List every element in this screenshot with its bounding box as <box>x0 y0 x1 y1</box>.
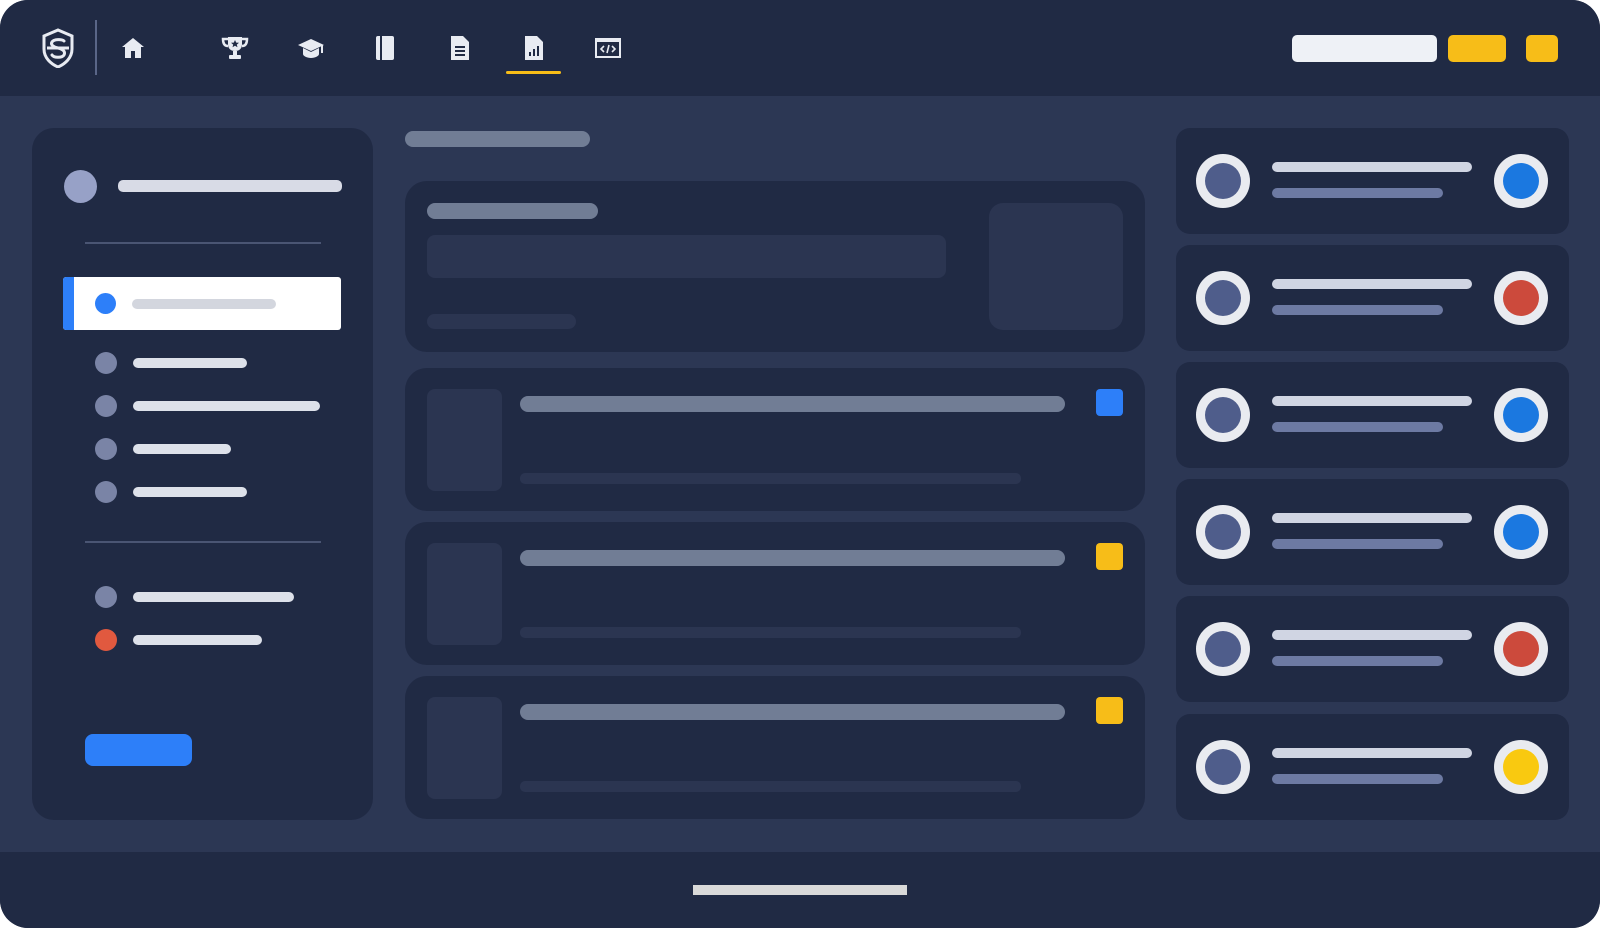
sidebar-item-active[interactable] <box>63 277 341 330</box>
sidebar-item-secondary[interactable] <box>92 585 332 609</box>
user-row[interactable] <box>1176 596 1569 702</box>
sidebar-item-label-placeholder <box>133 635 262 645</box>
bottom-bar <box>0 852 1600 928</box>
active-tab-indicator <box>506 71 561 74</box>
status-indicator <box>1494 622 1548 676</box>
user-name-placeholder <box>1272 748 1472 758</box>
sidebar-item-label-placeholder <box>132 299 276 309</box>
trophy-icon[interactable] <box>220 33 250 63</box>
sidebar-item-dot <box>95 352 117 374</box>
sidebar-item-dot <box>95 293 116 314</box>
user-detail-placeholder <box>1272 188 1443 198</box>
sidebar-item-label-placeholder <box>133 401 320 411</box>
status-indicator <box>1494 388 1548 442</box>
sidebar-item[interactable] <box>92 351 332 375</box>
item-meta-placeholder <box>520 781 1021 792</box>
sidebar-item-dot <box>95 438 117 460</box>
sidebar-item-dot <box>95 395 117 417</box>
user-row[interactable] <box>1176 479 1569 585</box>
sidebar-item[interactable] <box>92 394 332 418</box>
user-detail-placeholder <box>1272 774 1443 784</box>
logo-divider <box>95 20 97 75</box>
user-row[interactable] <box>1176 245 1569 351</box>
card-thumbnail <box>989 203 1123 330</box>
user-row[interactable] <box>1176 362 1569 468</box>
primary-action-button[interactable] <box>1448 35 1506 62</box>
item-thumbnail <box>427 543 502 645</box>
item-title-placeholder <box>520 396 1065 412</box>
square-action-button[interactable] <box>1526 35 1558 62</box>
sidebar-item-label-placeholder <box>133 444 231 454</box>
avatar <box>1196 622 1250 676</box>
avatar <box>1196 388 1250 442</box>
item-meta-placeholder <box>520 473 1021 484</box>
item-title-placeholder <box>520 704 1065 720</box>
sidebar-divider <box>85 242 321 244</box>
card-title-placeholder <box>427 203 598 219</box>
app-window <box>0 0 1600 928</box>
sidebar-item-dot-alert <box>95 629 117 651</box>
status-indicator <box>1494 740 1548 794</box>
user-name-placeholder <box>1272 630 1472 640</box>
sidebar <box>32 128 373 820</box>
user-name-placeholder <box>1272 396 1472 406</box>
avatar <box>1196 154 1250 208</box>
shield-logo-icon[interactable] <box>41 28 75 69</box>
item-thumbnail <box>427 389 502 491</box>
sidebar-item-label-placeholder <box>133 592 294 602</box>
user-name-placeholder <box>118 180 342 192</box>
summary-card <box>405 181 1145 352</box>
user-row[interactable] <box>1176 714 1569 820</box>
user-detail-placeholder <box>1272 422 1443 432</box>
sidebar-item-label-placeholder <box>133 358 247 368</box>
status-tag <box>1096 389 1123 416</box>
top-navigation-bar <box>0 0 1600 96</box>
card-meta-placeholder <box>427 314 576 329</box>
active-indicator <box>63 277 74 330</box>
status-tag <box>1096 543 1123 570</box>
sidebar-divider <box>85 541 321 543</box>
avatar[interactable] <box>64 170 97 203</box>
avatar <box>1196 271 1250 325</box>
user-detail-placeholder <box>1272 656 1443 666</box>
sidebar-action-button[interactable] <box>85 734 192 766</box>
list-item[interactable] <box>405 368 1145 511</box>
sidebar-item-dot <box>95 586 117 608</box>
item-title-placeholder <box>520 550 1065 566</box>
status-indicator <box>1494 271 1548 325</box>
report-chart-icon[interactable] <box>519 33 549 63</box>
user-detail-placeholder <box>1272 305 1443 315</box>
user-name-placeholder <box>1272 279 1472 289</box>
code-window-icon[interactable] <box>593 33 623 63</box>
item-meta-placeholder <box>520 627 1021 638</box>
breadcrumb[interactable] <box>405 131 590 147</box>
sidebar-item[interactable] <box>92 480 332 504</box>
sidebar-item-dot <box>95 481 117 503</box>
user-name-placeholder <box>1272 513 1472 523</box>
sidebar-item-label-placeholder <box>133 487 247 497</box>
avatar <box>1196 740 1250 794</box>
home-icon[interactable] <box>118 33 148 63</box>
sidebar-item[interactable] <box>92 437 332 461</box>
home-indicator[interactable] <box>693 885 907 895</box>
avatar <box>1196 505 1250 559</box>
list-item[interactable] <box>405 522 1145 665</box>
book-icon[interactable] <box>370 33 400 63</box>
item-thumbnail <box>427 697 502 799</box>
status-tag <box>1096 697 1123 724</box>
status-indicator <box>1494 505 1548 559</box>
status-indicator <box>1494 154 1548 208</box>
sidebar-item-secondary[interactable] <box>92 628 332 652</box>
list-item[interactable] <box>405 676 1145 819</box>
user-row[interactable] <box>1176 128 1569 234</box>
user-name-placeholder <box>1272 162 1472 172</box>
search-input[interactable] <box>1292 35 1437 62</box>
document-icon[interactable] <box>445 33 475 63</box>
card-text-placeholder <box>427 235 946 278</box>
graduation-cap-icon[interactable] <box>296 33 326 63</box>
user-detail-placeholder <box>1272 539 1443 549</box>
